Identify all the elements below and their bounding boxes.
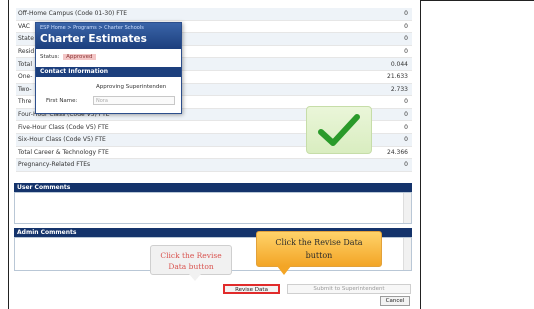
fte-row-value: 0 — [404, 22, 408, 30]
revise-data-button[interactable]: Revise Data — [223, 284, 280, 294]
fte-row-label: Six-Hour Class (Code V5) FTE — [18, 136, 106, 144]
callout-right-line1: Click the Revise Data — [275, 238, 363, 247]
contact-information-header: Contact Information — [36, 67, 181, 77]
approving-superintendent-label: Approving Superintenden — [96, 84, 167, 90]
cancel-button[interactable]: Cancel — [380, 296, 410, 306]
table-row: Off-Home Campus (Code 01-30) FTE 0 — [16, 8, 412, 21]
checkmark-icon — [318, 114, 360, 146]
status-badge: Approved — [63, 54, 96, 60]
user-comments-textarea[interactable] — [14, 192, 412, 224]
user-comments-scrollbar[interactable] — [403, 193, 411, 223]
breadcrumb[interactable]: ESP Home > Programs > Charter Schools — [40, 25, 144, 31]
top-border-line — [420, 0, 534, 1]
fte-row-label: Total Career & Technology FTE — [18, 148, 109, 156]
charter-estimates-popup: ESP Home > Programs > Charter Schools Ch… — [35, 22, 182, 114]
callout-left-line1: Click the Revise — [160, 251, 222, 260]
submit-to-superintendent-button[interactable]: Submit to Superintendent — [287, 284, 411, 294]
popup-title: Charter Estimates — [40, 33, 147, 45]
fte-row-value: 0 — [404, 98, 408, 106]
fte-row-value: 0.044 — [390, 60, 408, 68]
fte-row-value: 0 — [404, 10, 408, 18]
fte-row-label: Five-Hour Class (Code V5) FTE — [18, 123, 109, 131]
fte-row-value: 21.633 — [387, 73, 408, 81]
revise-callout-left: Click the Revise Data button — [150, 245, 232, 281]
first-name-label: First Name: — [46, 98, 78, 104]
first-name-field[interactable]: Nora — [93, 96, 175, 105]
callout-right-line2: button — [305, 251, 333, 260]
status-line: Status: Approved — [40, 54, 96, 60]
user-comments-header: User Comments — [14, 183, 412, 192]
right-border-line — [420, 0, 421, 309]
revise-callout-right: Click the Revise Data button — [256, 231, 382, 275]
fte-row-value: 0 — [404, 161, 408, 169]
fte-row-label: Pregnancy-Related FTEs — [18, 161, 91, 169]
fte-row-label: Off-Home Campus (Code 01-30) FTE — [18, 10, 128, 18]
approved-check-overlay — [306, 106, 372, 154]
table-row: Pregnancy-Related FTEs 0 — [16, 159, 412, 172]
status-label: Status: — [40, 54, 60, 60]
admin-comments-scrollbar[interactable] — [403, 238, 411, 270]
fte-row-value: 0 — [404, 48, 408, 56]
left-border-line — [8, 0, 9, 309]
fte-row-value: 2.733 — [390, 85, 408, 93]
fte-row-value: 0 — [404, 35, 408, 43]
popup-title-bar: ESP Home > Programs > Charter Schools Ch… — [36, 23, 181, 49]
callout-left-line2: Data button — [168, 262, 214, 271]
